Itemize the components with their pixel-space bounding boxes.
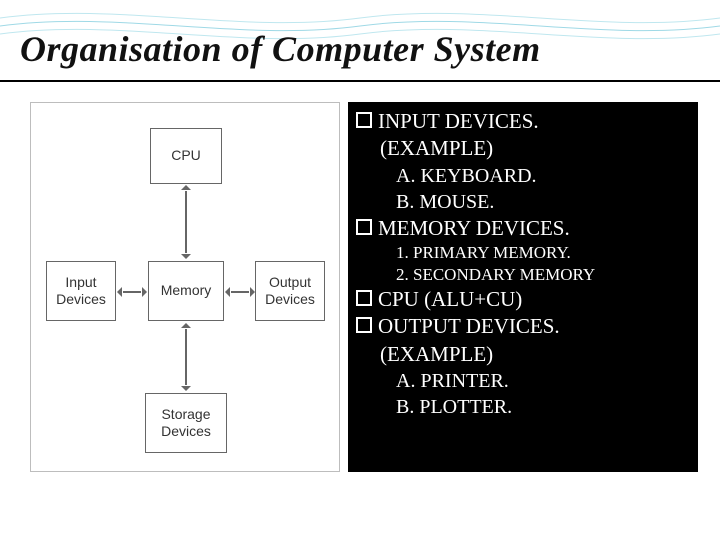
list-subtext: 2. SECONDARY MEMORY: [352, 264, 690, 286]
arrow-input-memory: [123, 291, 141, 293]
slide-title: Organisation of Computer System: [20, 28, 541, 70]
list-item: MEMORY DEVICES.: [352, 215, 690, 242]
list-subtext: (EXAMPLE): [352, 341, 690, 368]
arrow-memory-output: [231, 291, 249, 293]
list-item: OUTPUT DEVICES.: [352, 313, 690, 340]
box-input: Input Devices: [46, 261, 116, 321]
list-subtext: A. KEYBOARD.: [352, 163, 690, 189]
list-text: CPU (ALU+CU): [378, 286, 522, 313]
list-text: OUTPUT DEVICES.: [378, 313, 560, 340]
list-subtext: 1. PRIMARY MEMORY.: [352, 242, 690, 264]
slide: Organisation of Computer System CPU Inpu…: [0, 0, 720, 540]
list-subtext: B. PLOTTER.: [352, 394, 690, 420]
list-subtext: B. MOUSE.: [352, 189, 690, 215]
list-text: MEMORY DEVICES.: [378, 215, 570, 242]
title-underline: [0, 80, 720, 82]
block-diagram: CPU Input Devices Memory Output Devices …: [30, 102, 340, 472]
bullet-icon: [356, 290, 372, 306]
box-output: Output Devices: [255, 261, 325, 321]
arrow-memory-storage: [185, 329, 187, 385]
box-memory: Memory: [148, 261, 224, 321]
box-cpu: CPU: [150, 128, 222, 184]
content-list: INPUT DEVICES. (EXAMPLE) A. KEYBOARD. B.…: [348, 102, 698, 472]
list-item: CPU (ALU+CU): [352, 286, 690, 313]
list-subtext: (EXAMPLE): [352, 135, 690, 162]
list-text: INPUT DEVICES.: [378, 108, 539, 135]
box-storage: Storage Devices: [145, 393, 227, 453]
list-item: INPUT DEVICES.: [352, 108, 690, 135]
bullet-icon: [356, 317, 372, 333]
bullet-icon: [356, 219, 372, 235]
list-subtext: A. PRINTER.: [352, 368, 690, 394]
arrow-cpu-memory: [185, 191, 187, 253]
bullet-icon: [356, 112, 372, 128]
